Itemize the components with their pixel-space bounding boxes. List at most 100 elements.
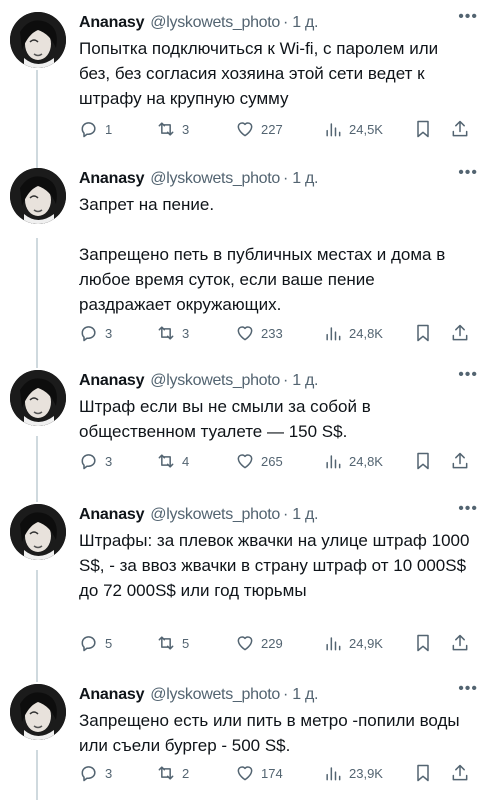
more-dots-icon[interactable]: •••	[458, 366, 478, 384]
bookmark-icon	[417, 764, 429, 782]
share-button[interactable]	[450, 322, 470, 344]
tweet-thread: Ananasy @lyskowets_photo · 1 д. ••• Попы…	[0, 0, 482, 800]
avatar[interactable]	[10, 684, 66, 740]
share-button[interactable]	[450, 118, 470, 140]
tweet-header: Ananasy @lyskowets_photo · 1 д.	[79, 370, 470, 392]
views-button[interactable]: 24,5K	[323, 118, 383, 140]
timestamp[interactable]: · 1 д.	[283, 14, 318, 32]
avatar[interactable]	[10, 370, 66, 426]
tweet[interactable]: Ananasy @lyskowets_photo · 1 д. ••• Штра…	[0, 500, 482, 659]
author-handle[interactable]: @lyskowets_photo	[150, 170, 280, 188]
retweet-count: 3	[182, 325, 190, 341]
like-button[interactable]: 229	[235, 632, 283, 654]
author-handle[interactable]: @lyskowets_photo	[150, 14, 280, 32]
share-button[interactable]	[450, 450, 470, 472]
tweet-text: Штрафы: за плевок жвачки на улице штраф …	[79, 531, 470, 600]
more-dots-icon[interactable]: •••	[458, 8, 478, 26]
timestamp[interactable]: · 1 д.	[283, 686, 318, 704]
retweet-count: 3	[182, 121, 190, 137]
bar-chart-icon	[326, 767, 341, 781]
views-button[interactable]: 24,9K	[323, 632, 383, 654]
avatar[interactable]	[10, 12, 66, 68]
action-bar: 1 3 227 24,5K	[79, 118, 473, 140]
avatar[interactable]	[10, 168, 66, 224]
tweet-text: Штраф если вы не смыли за собой в общест…	[79, 397, 371, 441]
bookmark-icon	[417, 452, 429, 470]
share-upload-icon	[452, 120, 468, 137]
retweet-arrows-icon	[158, 636, 174, 650]
retweet-count: 5	[182, 635, 190, 651]
tweet-text: Запрет на пение. Запрещено петь в публич…	[79, 195, 446, 314]
heart-icon	[237, 636, 253, 651]
views-button[interactable]: 23,9K	[323, 762, 383, 784]
tweet[interactable]: Ananasy @lyskowets_photo · 1 д. ••• Запр…	[0, 164, 482, 344]
heart-icon	[237, 454, 253, 469]
more-dots-icon[interactable]: •••	[458, 164, 478, 182]
action-bar: 3 2 174 23,9K	[79, 762, 473, 784]
tweet[interactable]: Ananasy @lyskowets_photo · 1 д. ••• Штра…	[0, 366, 482, 480]
view-count: 24,8K	[349, 325, 383, 341]
bar-chart-icon	[326, 123, 341, 137]
author-handle[interactable]: @lyskowets_photo	[150, 372, 280, 390]
tweet-header: Ananasy @lyskowets_photo · 1 д.	[79, 504, 470, 526]
share-button[interactable]	[450, 632, 470, 654]
like-count: 233	[261, 325, 283, 341]
timestamp[interactable]: · 1 д.	[283, 372, 318, 390]
retweet-button[interactable]: 2	[156, 762, 189, 784]
bookmark-button[interactable]	[413, 762, 433, 784]
retweet-button[interactable]: 5	[156, 632, 189, 654]
retweet-count: 4	[182, 453, 190, 469]
author-name[interactable]: Ananasy	[79, 686, 144, 704]
bookmark-button[interactable]	[413, 632, 433, 654]
timestamp[interactable]: · 1 д.	[283, 506, 318, 524]
timestamp[interactable]: · 1 д.	[283, 170, 318, 188]
avatar[interactable]	[10, 504, 66, 560]
tweet[interactable]: Ananasy @lyskowets_photo · 1 д. ••• Запр…	[0, 680, 482, 794]
reply-button[interactable]: 3	[79, 762, 112, 784]
retweet-button[interactable]: 4	[156, 450, 189, 472]
bookmark-icon	[417, 120, 429, 138]
like-count: 229	[261, 635, 283, 651]
bookmark-button[interactable]	[413, 118, 433, 140]
retweet-arrows-icon	[158, 766, 174, 780]
reply-count: 3	[105, 453, 113, 469]
like-button[interactable]: 227	[235, 118, 283, 140]
author-name[interactable]: Ananasy	[79, 170, 144, 188]
share-upload-icon	[452, 634, 468, 651]
bookmark-button[interactable]	[413, 450, 433, 472]
author-name[interactable]: Ananasy	[79, 14, 144, 32]
bar-chart-icon	[326, 455, 341, 469]
reply-count: 1	[105, 121, 113, 137]
share-upload-icon	[452, 324, 468, 341]
action-bar: 3 3 233 24,8K	[79, 322, 473, 344]
retweet-arrows-icon	[158, 454, 174, 468]
like-button[interactable]: 174	[235, 762, 283, 784]
more-dots-icon[interactable]: •••	[458, 500, 478, 518]
view-count: 24,9K	[349, 635, 383, 651]
tweet-header: Ananasy @lyskowets_photo · 1 д.	[79, 168, 470, 190]
views-button[interactable]: 24,8K	[323, 322, 383, 344]
like-count: 227	[261, 121, 283, 137]
retweet-button[interactable]: 3	[156, 322, 189, 344]
bookmark-button[interactable]	[413, 322, 433, 344]
author-name[interactable]: Ananasy	[79, 372, 144, 390]
reply-button[interactable]: 1	[79, 118, 112, 140]
like-button[interactable]: 233	[235, 322, 283, 344]
reply-button[interactable]: 3	[79, 450, 112, 472]
retweet-button[interactable]: 3	[156, 118, 189, 140]
tweet[interactable]: Ananasy @lyskowets_photo · 1 д. ••• Попы…	[0, 8, 482, 147]
retweet-arrows-icon	[158, 326, 174, 340]
heart-icon	[237, 766, 253, 781]
speech-bubble-icon	[81, 636, 96, 652]
author-handle[interactable]: @lyskowets_photo	[150, 506, 280, 524]
author-handle[interactable]: @lyskowets_photo	[150, 686, 280, 704]
like-button[interactable]: 265	[235, 450, 283, 472]
more-dots-icon[interactable]: •••	[458, 680, 478, 698]
author-name[interactable]: Ananasy	[79, 506, 144, 524]
bookmark-icon	[417, 324, 429, 342]
views-button[interactable]: 24,8K	[323, 450, 383, 472]
reply-button[interactable]: 3	[79, 322, 112, 344]
speech-bubble-icon	[81, 454, 96, 470]
share-button[interactable]	[450, 762, 470, 784]
reply-button[interactable]: 5	[79, 632, 112, 654]
